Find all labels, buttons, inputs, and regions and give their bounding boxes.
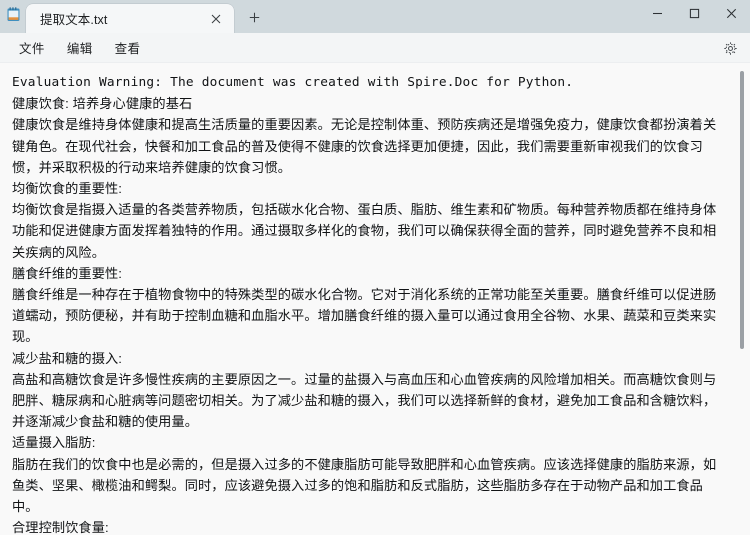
close-icon[interactable] <box>204 8 228 30</box>
menu-item-view[interactable]: 查看 <box>104 34 152 61</box>
document-line: 脂肪在我们的饮食中也是必需的，但是摄入过多的不健康脂肪可能导致肥胖和心血管疾病。… <box>12 456 717 515</box>
new-tab-icon[interactable] <box>237 3 271 32</box>
text-content[interactable]: Evaluation Warning: The document was cre… <box>0 63 750 535</box>
document-line: 膳食纤维是一种存在于植物食物中的特殊类型的碳水化合物。它对于消化系统的正常功能至… <box>12 287 717 345</box>
maximize-icon[interactable] <box>676 0 713 27</box>
editor-area[interactable]: Evaluation Warning: The document was cre… <box>0 63 750 535</box>
document-line: 健康饮食: 培养身心健康的基石 <box>12 96 193 112</box>
tab-document[interactable]: 提取文本.txt <box>26 4 234 33</box>
document-line: 减少盐和糖的摄入: <box>12 350 123 366</box>
document-line: 高盐和高糖饮食是许多慢性疾病的主要原因之一。过量的盐摄入与高血压和心血管疾病的风… <box>12 371 717 430</box>
vertical-scrollbar[interactable] <box>737 63 746 535</box>
tab-strip: 提取文本.txt <box>26 0 639 33</box>
notepad-window: 提取文本.txt 文件 编辑 查看 Evaluation Warning: Th… <box>0 0 750 535</box>
document-line: 适量摄入脂肪: <box>12 435 96 451</box>
window-controls <box>639 0 750 33</box>
tab-title: 提取文本.txt <box>40 13 108 27</box>
minimize-icon[interactable] <box>639 0 676 27</box>
document-line: Evaluation Warning: The document was cre… <box>12 75 574 90</box>
title-bar: 提取文本.txt <box>0 0 750 33</box>
scrollbar-thumb[interactable] <box>740 71 744 349</box>
document-line: 均衡饮食是指摄入适量的各类营养物质，包括碳水化合物、蛋白质、脂肪、维生素和矿物质… <box>12 202 717 260</box>
notepad-icon <box>0 0 26 33</box>
menu-item-file[interactable]: 文件 <box>8 34 56 61</box>
document-line: 健康饮食是维持身体健康和提高生活质量的重要因素。无论是控制体重、预防疾病还是增强… <box>12 117 717 175</box>
menu-item-edit[interactable]: 编辑 <box>56 34 104 61</box>
menu-bar: 文件 编辑 查看 <box>0 33 750 63</box>
gear-icon[interactable] <box>718 36 742 60</box>
close-icon[interactable] <box>713 0 750 27</box>
document-line: 合理控制饮食量: <box>12 520 109 535</box>
document-line: 均衡饮食的重要性: <box>12 181 123 197</box>
document-line: 膳食纤维的重要性: <box>12 265 123 281</box>
